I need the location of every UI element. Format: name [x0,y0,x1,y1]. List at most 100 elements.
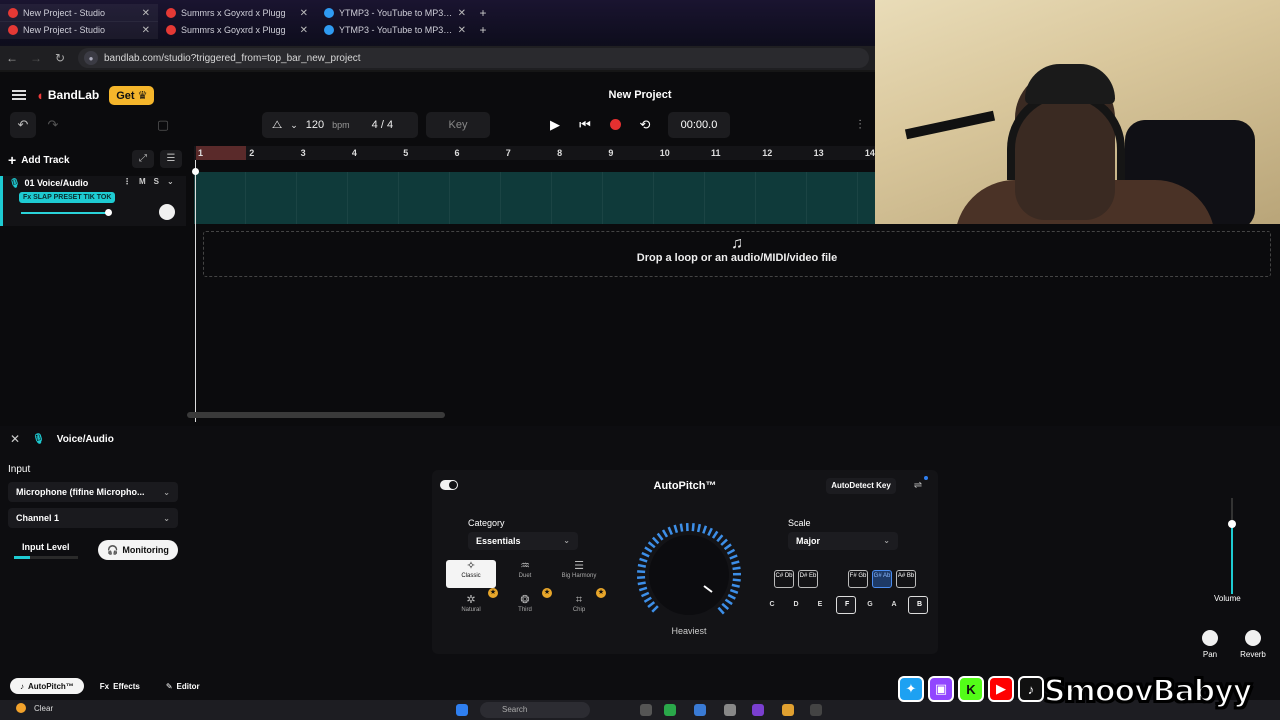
scale-key-c[interactable]: C [762,596,782,614]
undo-button[interactable]: ↶ [10,112,36,138]
mute-button[interactable]: M [139,177,146,186]
preset-chip[interactable]: ⌗ Chip ★ [554,588,606,622]
tab-editor[interactable]: ✎ Editor [156,678,210,694]
fx-preset-badge[interactable]: Fx SLAP PRESET TIK TOK [19,192,116,203]
new-tab-button[interactable]: + [474,21,492,39]
scale-key-d[interactable]: D [786,596,806,614]
monitoring-button[interactable]: 🎧 Monitoring [98,540,178,560]
record-button[interactable] [600,118,630,133]
tempo-value[interactable]: 120 [306,119,324,131]
site-info-icon[interactable]: ● [84,51,98,65]
chevron-down-icon[interactable]: ⌄ [167,177,174,186]
pan-knob[interactable] [1202,630,1218,646]
loop-region[interactable] [196,146,246,160]
folder-icon[interactable] [782,704,794,716]
brand-logo[interactable]: ◖ BandLab [36,88,99,103]
tab-effects[interactable]: Fx Effects [90,678,150,694]
preset-natural[interactable]: ✲ Natural ★ [446,588,498,622]
loop-icon[interactable]: ⟲ [630,117,660,133]
volume-fader[interactable] [1231,498,1233,594]
browser-tab[interactable]: New Project - Studio ✕ [0,21,158,39]
close-icon[interactable]: ✕ [300,25,308,36]
track-lane[interactable] [194,172,875,224]
close-icon[interactable]: ✕ [10,432,20,446]
category-select[interactable]: Essentials ⌄ [468,532,578,550]
scale-select[interactable]: Major ⌄ [788,532,898,550]
track-volume-slider[interactable] [21,209,112,216]
app-icon[interactable] [752,704,764,716]
strength-dial[interactable] [634,520,744,630]
url-field[interactable]: ● bandlab.com/studio?triggered_from=top_… [78,48,869,68]
panel-toggle-button[interactable]: ▢ [150,112,176,138]
taskbar-search[interactable]: Search [480,702,590,718]
metronome-icon[interactable]: ⧍ [272,119,282,132]
get-membership-button[interactable]: Get ♛ [109,85,155,105]
browser-tab[interactable]: Summrs x Goyxrd x Plugg ✕ [158,4,316,22]
autodetect-key-button[interactable]: AutoDetect Key [826,478,896,494]
close-icon[interactable]: ✕ [142,8,150,19]
track-header[interactable]: 🎙 01 Voice/Audio ⋮ M S ⌄ Fx SLAP PRESET T… [0,176,186,226]
browser-tab[interactable]: YTMP3 - YouTube to MP3 Conv ✕ [316,4,474,22]
track-settings-icon[interactable]: ☰ [160,150,182,168]
sliders-icon[interactable]: ⇌ [910,476,928,494]
preset-third[interactable]: ❂ Third ★ [500,588,552,622]
scale-key-a[interactable]: A [884,596,904,614]
drop-zone[interactable]: ♫ Drop a loop or an audio/MIDI/video fil… [203,231,1271,277]
horizontal-scrollbar[interactable] [187,412,445,418]
channel-select[interactable]: Channel 1 ⌄ [8,508,178,528]
preset-classic[interactable]: ✧ Classic [446,560,496,588]
track-pan-knob[interactable] [159,204,175,220]
add-track-button[interactable]: + Add Track [8,152,70,168]
tab-autopitch[interactable]: ♪ AutoPitch™ [10,678,84,694]
scale-key-b[interactable]: B [908,596,928,614]
menu-icon[interactable] [12,90,26,100]
preset-big-harmony[interactable]: ☰ Big Harmony [554,560,604,588]
browser-tab[interactable]: YTMP3 - YouTube to MP3 Conv ✕ [316,21,474,39]
track-menu-icon[interactable]: ⋮ [123,177,131,186]
app-icon[interactable] [810,704,822,716]
windows-start-icon[interactable] [456,704,468,716]
close-icon[interactable]: ✕ [300,8,308,19]
scale-key-e[interactable]: E [810,596,830,614]
app-icon[interactable] [694,704,706,716]
back-icon[interactable]: ← [0,51,24,65]
chrome-icon[interactable] [664,704,676,716]
play-icon[interactable]: ▶ [540,117,570,133]
input-device-select[interactable]: Microphone (fifine Micropho... ⌄ [8,482,178,502]
time-signature[interactable]: 4 / 4 [372,119,393,131]
mixer-icon[interactable]: ⫶ [848,112,872,138]
key-button[interactable]: Key [426,112,490,138]
new-tab-button[interactable]: + [474,4,492,22]
skip-back-icon[interactable]: ⏮ [570,117,600,133]
scale-key-black[interactable]: G# Ab [872,570,892,588]
chevron-down-icon[interactable]: ⌄ [290,120,298,131]
reverb-knob[interactable] [1245,630,1261,646]
project-title[interactable]: New Project [540,89,740,101]
browser-tab[interactable]: Summrs x Goyxrd x Plugg ✕ [158,21,316,39]
premium-lock-icon: ★ [488,588,498,598]
close-icon[interactable]: ✕ [458,25,466,36]
reload-icon[interactable]: ↻ [48,51,72,65]
redo-button[interactable]: ↷ [40,112,66,138]
playhead[interactable] [192,160,199,422]
scale-key-f[interactable]: F [836,596,856,614]
track-name[interactable]: 🎙 01 Voice/Audio [9,178,88,189]
scale-key-black[interactable]: C# Db [774,570,794,588]
timeline-ruler[interactable]: 1 2 3 4 5 6 7 8 9 10 11 12 13 14 [194,146,875,160]
scale-key-black[interactable]: A# Bb [896,570,916,588]
preset-duet[interactable]: ♒ Duet [500,560,550,588]
forward-icon[interactable]: → [24,51,48,65]
solo-button[interactable]: S [154,177,159,186]
close-icon[interactable]: ✕ [142,25,150,36]
scale-key-black[interactable]: D# Eb [798,570,818,588]
tempo-control[interactable]: ⧍ ⌄ 120 bpm 4 / 4 [262,112,418,138]
automation-icon[interactable]: ⤢ [132,150,154,168]
task-view-icon[interactable] [640,704,652,716]
volume-thumb[interactable] [1228,520,1236,528]
scale-key-black[interactable]: F# Gb [848,570,868,588]
browser-tab[interactable]: New Project - Studio ✕ [0,4,158,22]
weather-widget[interactable]: Clear [16,703,53,713]
app-icon[interactable] [724,704,736,716]
scale-key-g[interactable]: G [860,596,880,614]
close-icon[interactable]: ✕ [458,8,466,19]
